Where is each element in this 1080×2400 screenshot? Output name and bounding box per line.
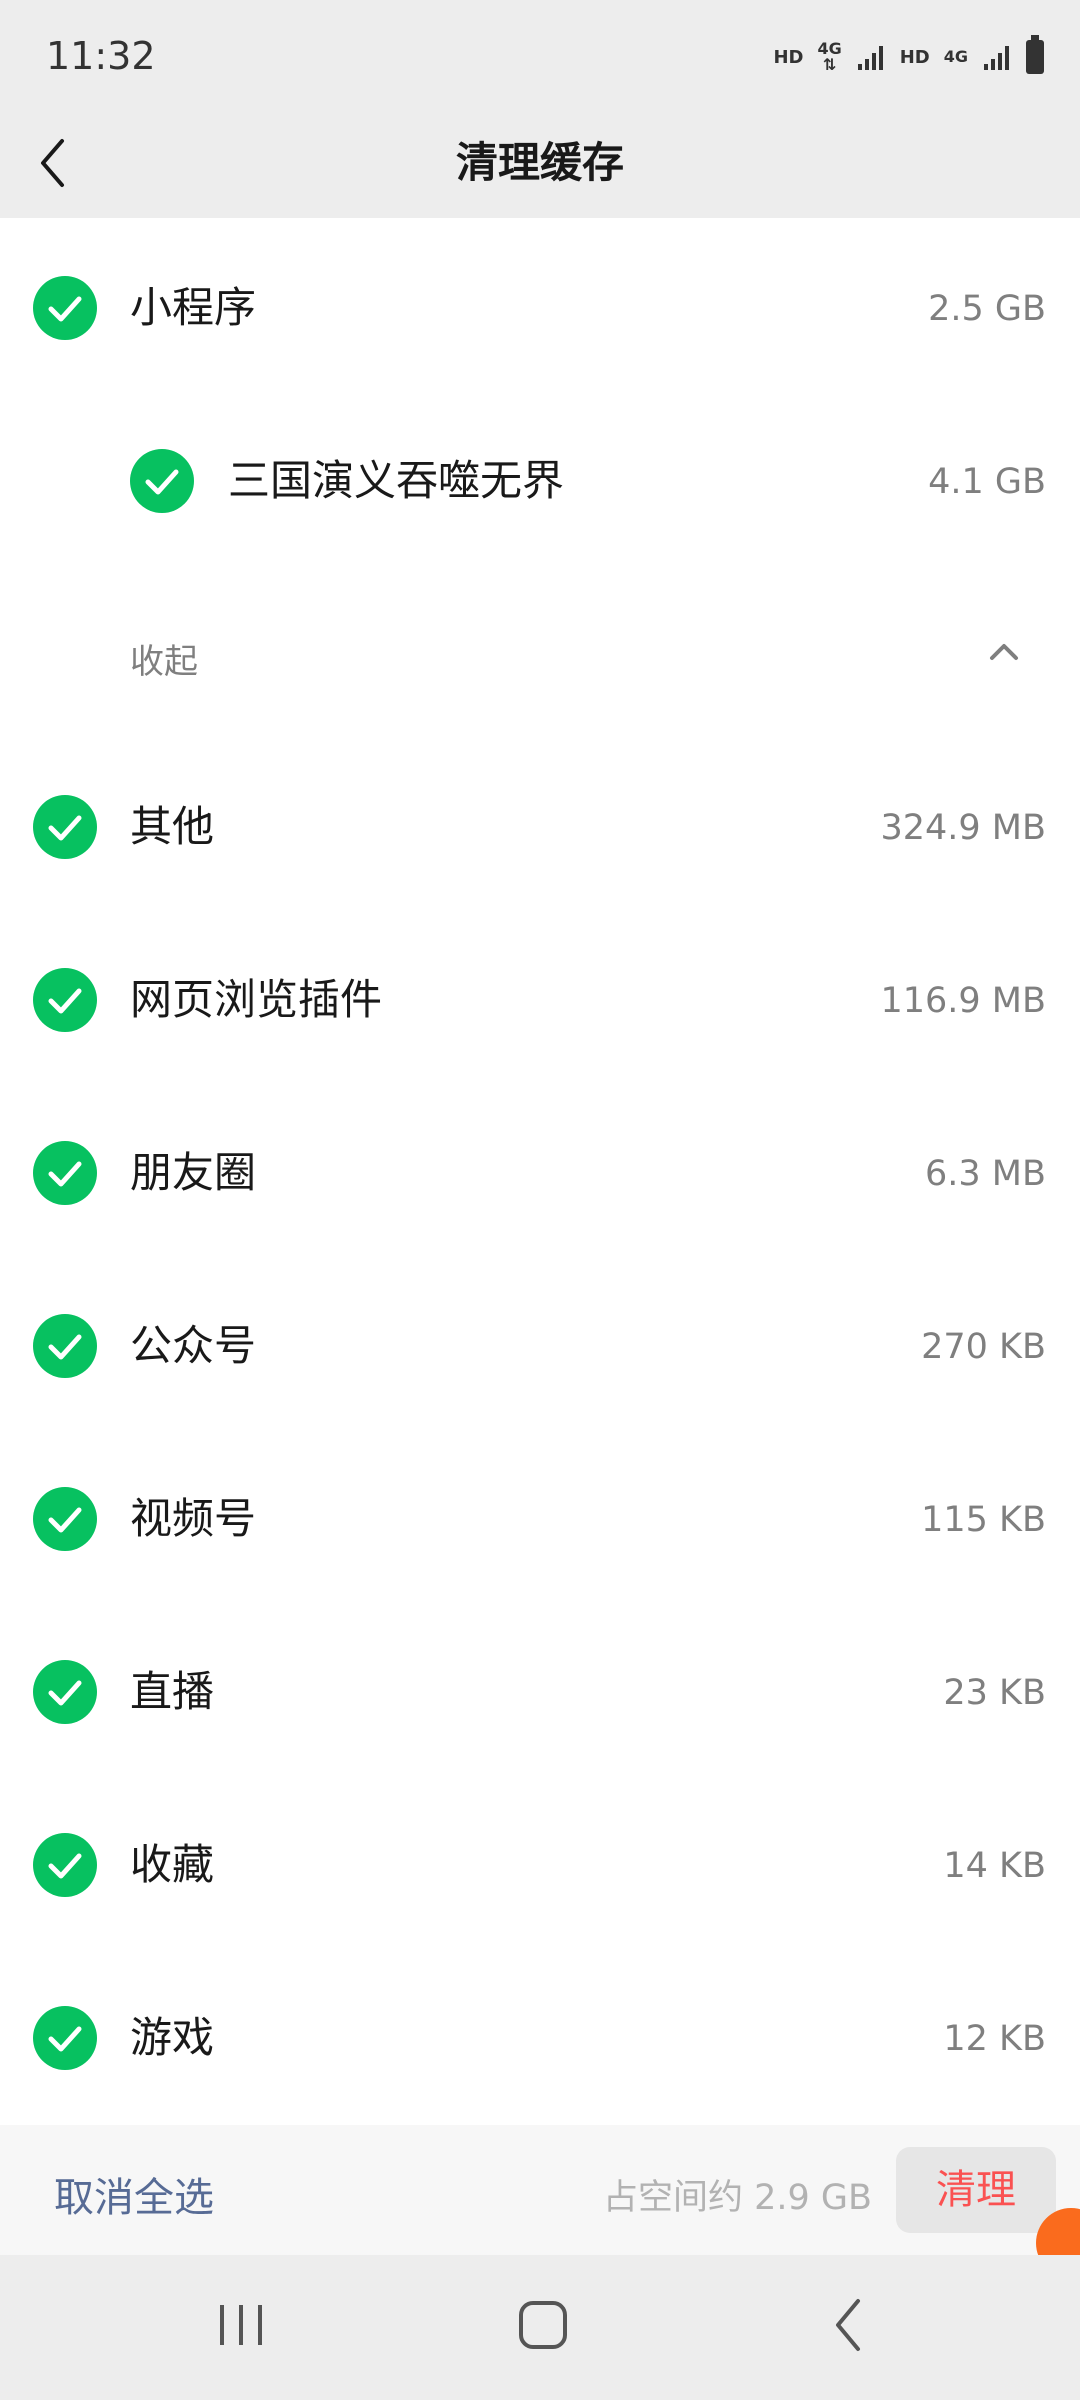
checkbox-checked-icon[interactable]	[33, 968, 97, 1032]
checkbox-checked-icon[interactable]	[33, 1314, 97, 1378]
list-item-games[interactable]: 游戏 12 KB	[0, 1988, 1080, 2088]
item-label: 直播	[130, 1667, 215, 1716]
list-item-channels[interactable]: 视频号 115 KB	[0, 1469, 1080, 1569]
clear-button[interactable]: 清理	[896, 2147, 1056, 2233]
status-icons: HD 4G ⇅ HD 4G	[773, 35, 1044, 74]
item-label: 三国演义吞噬无界	[228, 456, 565, 505]
checkbox-checked-icon[interactable]	[33, 1833, 97, 1897]
item-size: 270 KB	[921, 1327, 1046, 1367]
checkbox-checked-icon[interactable]	[130, 449, 194, 513]
battery-icon	[1026, 35, 1044, 74]
item-label: 公众号	[130, 1321, 257, 1370]
checkbox-checked-icon[interactable]	[33, 2006, 97, 2070]
network-4g-indicator: 4G ⇅	[817, 39, 842, 74]
checkbox-checked-icon[interactable]	[33, 1487, 97, 1551]
signal-icon	[984, 46, 1009, 70]
list-item-web-plugin[interactable]: 网页浏览插件 116.9 MB	[0, 950, 1080, 1050]
item-size: 116.9 MB	[880, 981, 1046, 1021]
home-icon[interactable]	[513, 2295, 573, 2355]
navbar: 清理缓存	[0, 110, 1080, 218]
checkbox-checked-icon[interactable]	[33, 795, 97, 859]
signal-icon	[857, 46, 883, 70]
item-size: 12 KB	[943, 2019, 1046, 2059]
item-size: 4.1 GB	[928, 462, 1046, 502]
list-item-sub-miniprogram[interactable]: 三国演义吞噬无界 4.1 GB	[0, 431, 1080, 531]
network-4g-indicator: 4G	[943, 47, 968, 66]
hd-indicator: HD	[899, 46, 930, 68]
list-item-official-accounts[interactable]: 公众号 270 KB	[0, 1296, 1080, 1396]
bottom-action-bar: 取消全选 占空间约 2.9 GB 清理	[0, 2125, 1080, 2255]
page-title: 清理缓存	[455, 138, 624, 187]
list-item-moments[interactable]: 朋友圈 6.3 MB	[0, 1123, 1080, 1223]
item-size: 115 KB	[921, 1500, 1046, 1540]
status-time: 11:32	[46, 34, 156, 78]
item-label: 收藏	[130, 1840, 215, 1889]
item-size: 6.3 MB	[925, 1154, 1046, 1194]
space-info: 占空间约 2.9 GB	[602, 2178, 872, 2218]
list-item-other[interactable]: 其他 324.9 MB	[0, 777, 1080, 877]
item-size: 14 KB	[943, 1846, 1046, 1886]
list-item-live[interactable]: 直播 23 KB	[0, 1642, 1080, 1742]
list-item-favorites[interactable]: 收藏 14 KB	[0, 1815, 1080, 1915]
deselect-all-button[interactable]: 取消全选	[54, 2165, 214, 2223]
item-size: 2.5 GB	[928, 289, 1046, 329]
list-item-miniprogram[interactable]: 小程序 2.5 GB	[0, 258, 1080, 358]
back-nav-icon[interactable]	[820, 2295, 880, 2355]
system-navigation-bar	[0, 2255, 1080, 2400]
item-size: 324.9 MB	[880, 808, 1046, 848]
item-size: 23 KB	[943, 1673, 1046, 1713]
collapse-label: 收起	[130, 642, 198, 682]
collapse-row[interactable]: 收起	[0, 604, 1080, 704]
checkbox-checked-icon[interactable]	[33, 276, 97, 340]
item-label: 小程序	[130, 283, 257, 332]
item-label: 网页浏览插件	[130, 975, 383, 1024]
recent-apps-icon[interactable]	[214, 2295, 268, 2355]
status-bar: 11:32 HD 4G ⇅ HD 4G	[0, 0, 1080, 110]
checkbox-checked-icon[interactable]	[33, 1660, 97, 1724]
chevron-up-icon	[990, 644, 1018, 660]
checkbox-checked-icon[interactable]	[33, 1141, 97, 1205]
item-label: 视频号	[130, 1494, 257, 1543]
item-label: 其他	[130, 802, 215, 851]
item-label: 游戏	[130, 2013, 215, 2062]
hd-indicator: HD	[773, 46, 804, 68]
item-label: 朋友圈	[130, 1148, 257, 1197]
